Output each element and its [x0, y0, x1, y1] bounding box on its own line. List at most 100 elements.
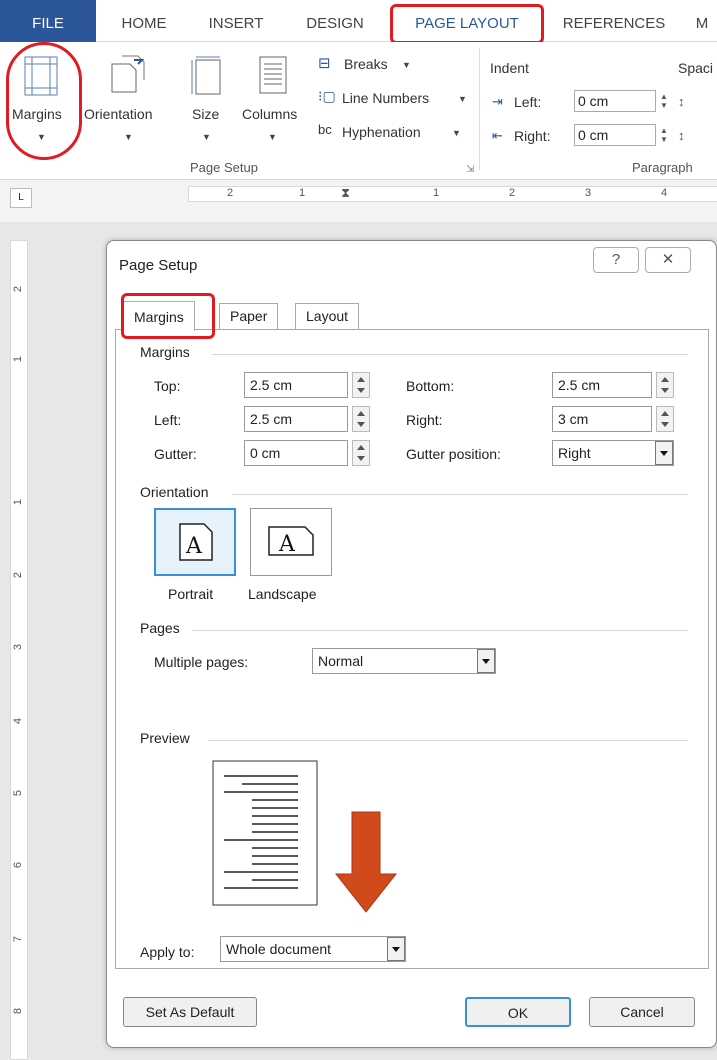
ruler-number: 1: [433, 187, 440, 199]
ruler-number: 8: [12, 1007, 25, 1015]
orientation-button[interactable]: Orientation ▼: [84, 46, 176, 154]
breaks-icon: ⊟: [318, 55, 331, 72]
right-margin-field[interactable]: 3 cm: [552, 406, 652, 432]
spacing-after-icon: ↕: [678, 128, 685, 143]
portrait-option[interactable]: A: [154, 508, 236, 576]
bottom-margin-field[interactable]: 2.5 cm: [552, 372, 652, 398]
section-divider: [232, 494, 688, 495]
ruler-number: 2: [12, 285, 25, 293]
cancel-button[interactable]: Cancel: [589, 997, 695, 1027]
pages-section-heading: Pages: [140, 620, 180, 636]
svg-text:A: A: [278, 532, 296, 557]
tab-paper[interactable]: Paper: [219, 303, 279, 329]
line-numbers-button[interactable]: ⁝▢ Line Numbers ▼: [318, 88, 478, 112]
bottom-label: Bottom:: [406, 378, 455, 394]
size-label: Size: [192, 106, 220, 122]
chevron-down-icon[interactable]: [477, 649, 495, 673]
page-setup-launcher-icon[interactable]: ⇲: [466, 164, 474, 175]
gutter-position-label: Gutter position:: [406, 446, 501, 462]
tab-selector-icon[interactable]: L: [10, 188, 32, 208]
indent-right-spinner[interactable]: ▲ ▼: [660, 126, 668, 144]
ruler-number: 2: [12, 571, 25, 579]
tab-references[interactable]: REFERENCES: [552, 0, 676, 42]
right-margin-spinner[interactable]: [656, 406, 674, 432]
tab-home[interactable]: HOME: [104, 0, 184, 42]
size-button[interactable]: Size ▼: [184, 46, 230, 154]
tab-file[interactable]: FILE: [0, 0, 96, 42]
section-divider: [212, 354, 688, 355]
indent-left-icon: ⇥: [492, 94, 503, 109]
tab-design[interactable]: DESIGN: [290, 0, 380, 42]
indent-left-label: Left:: [514, 94, 542, 110]
indent-left-spinner[interactable]: ▲ ▼: [660, 92, 668, 110]
section-divider: [192, 630, 688, 631]
ruler-number: 4: [12, 717, 25, 725]
ruler-number: 3: [12, 643, 25, 651]
ruler-number: 4: [661, 187, 668, 199]
margins-tab-panel: Margins Top: 2.5 cm Bottom: 2.5 cm Left:…: [115, 329, 709, 969]
preview-page-icon: [212, 760, 318, 906]
line-numbers-label: Line Numbers: [342, 90, 430, 106]
help-button[interactable]: ?: [593, 247, 639, 273]
svg-text:A: A: [185, 534, 203, 559]
ok-button[interactable]: OK: [465, 997, 571, 1027]
set-as-default-button[interactable]: Set As Default: [123, 997, 257, 1027]
right-label: Right:: [406, 412, 443, 428]
landscape-page-icon: A: [268, 526, 314, 557]
ruler-number: 1: [12, 498, 25, 506]
top-margin-field[interactable]: 2.5 cm: [244, 372, 348, 398]
tab-insert[interactable]: INSERT: [196, 0, 276, 42]
gutter-field[interactable]: 0 cm: [244, 440, 348, 466]
ruler-number: 2: [509, 187, 516, 199]
chevron-down-icon[interactable]: [655, 441, 673, 465]
spacing-heading: Spaci: [678, 60, 714, 76]
indent-marker-icon[interactable]: ⧗: [341, 185, 350, 201]
gutter-spinner[interactable]: [352, 440, 370, 466]
apply-to-select[interactable]: Whole document: [220, 936, 406, 962]
columns-button[interactable]: Columns ▼: [236, 46, 310, 154]
line-numbers-dropdown-icon: ▼: [458, 94, 467, 104]
indent-right-label: Right:: [514, 128, 551, 144]
columns-dropdown-icon: ▼: [268, 132, 277, 142]
close-button[interactable]: ✕: [645, 247, 691, 273]
left-margin-spinner[interactable]: [352, 406, 370, 432]
left-margin-field[interactable]: 2.5 cm: [244, 406, 348, 432]
ribbon: Margins ▼ Orientation ▼ Size ▼ Columns ▼…: [0, 42, 717, 180]
down-arrow-icon: [334, 811, 398, 913]
horizontal-ruler: 2 1 ⧗ 1 2 3 4: [188, 185, 717, 202]
landscape-label[interactable]: Landscape: [248, 586, 317, 602]
tab-layout[interactable]: Layout: [295, 303, 360, 329]
bottom-margin-spinner[interactable]: [656, 372, 674, 398]
indent-right-field[interactable]: 0 cm: [574, 124, 656, 146]
portrait-label[interactable]: Portrait: [168, 586, 213, 602]
vertical-ruler: 2 1 1 2 3 4 5 6 7 8: [10, 240, 28, 1060]
indent-left-field[interactable]: 0 cm: [574, 90, 656, 112]
hyphenation-button[interactable]: bc Hyphenation ▼: [318, 122, 478, 146]
margins-tab-highlight-ring: [121, 293, 215, 339]
page-setup-group-label: Page Setup: [190, 160, 258, 175]
hyphenation-label: Hyphenation: [342, 124, 421, 140]
breaks-button[interactable]: ⊟ Breaks ▼: [318, 54, 458, 78]
gutter-label: Gutter:: [154, 446, 197, 462]
hyphenation-dropdown-icon: ▼: [452, 128, 461, 138]
orientation-section-heading: Orientation: [140, 484, 209, 500]
chevron-down-icon[interactable]: [387, 937, 405, 961]
spacing-before-icon: ↕: [678, 94, 685, 109]
multiple-pages-value: Normal: [318, 653, 364, 669]
page-layout-highlight-ring: [390, 4, 544, 44]
page-setup-dialog: Page Setup ? ✕ Margins Paper Layout Marg…: [106, 240, 717, 1048]
top-margin-spinner[interactable]: [352, 372, 370, 398]
ruler-number: 7: [12, 935, 25, 943]
line-numbers-icon: ⁝▢: [318, 88, 336, 104]
ruler-number: 1: [12, 355, 25, 363]
tab-more[interactable]: M: [688, 0, 716, 42]
dialog-title: Page Setup: [119, 257, 198, 274]
margins-section-heading: Margins: [140, 344, 190, 360]
gutter-position-select[interactable]: Right: [552, 440, 674, 466]
margins-highlight-ring: [6, 42, 82, 160]
multiple-pages-select[interactable]: Normal: [312, 648, 496, 674]
gutter-position-value: Right: [558, 445, 591, 461]
preview-section-heading: Preview: [140, 730, 190, 746]
indent-right-icon: ⇤: [492, 128, 503, 143]
landscape-option[interactable]: A: [250, 508, 332, 576]
